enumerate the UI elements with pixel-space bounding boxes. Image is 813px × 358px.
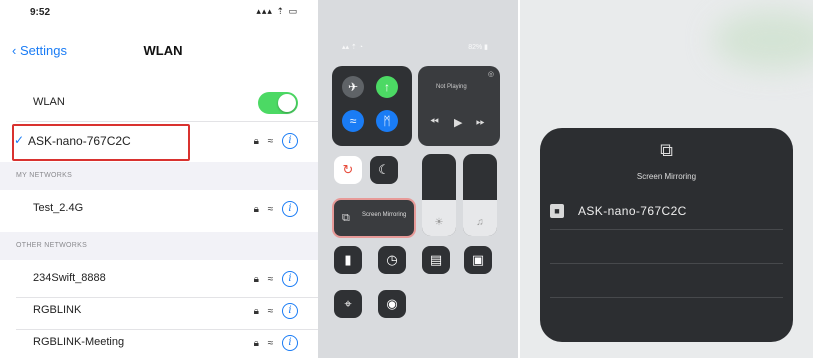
info-icon[interactable]: i: [282, 133, 298, 149]
wifi-icon: ≈: [267, 135, 274, 147]
mirroring-empty-row: [540, 230, 793, 264]
brightness-icon: ☀: [434, 217, 444, 228]
info-icon[interactable]: i: [282, 335, 298, 351]
other-networks-header-label: OTHER NETWORKS: [16, 242, 88, 249]
screen-mirroring-icon: ⧉: [342, 212, 350, 224]
cc-status-right: 82% ▮: [468, 44, 488, 51]
lock-icon: 🔒︎: [253, 273, 259, 285]
device-name: ASK-nano-767C2C: [578, 204, 687, 218]
camera-icon[interactable]: ▣: [464, 246, 492, 274]
connectivity-tile: ✈ ↑ ≈ ᛗ: [332, 66, 412, 146]
screen-mirroring-tile[interactable]: ⧉ Screen Mirroring: [332, 198, 416, 238]
other-networks-header: OTHER NETWORKS: [0, 232, 318, 260]
network-name: 234Swift_8888: [33, 272, 106, 284]
airplay-icon[interactable]: ◎: [488, 70, 494, 78]
apple-tv-icon: ■: [550, 204, 564, 218]
lock-icon: 🔒︎: [253, 203, 259, 215]
wlan-toggle-row: WLAN: [0, 84, 318, 122]
now-playing-label: Not Playing: [436, 84, 467, 90]
screen-mirroring-panel: ⧉ Screen Mirroring ■ ASK-nano-767C2C: [520, 0, 813, 358]
network-name: RGBLINK-Meeting: [33, 336, 125, 348]
my-networks-header: MY NETWORKS: [0, 162, 318, 190]
timer-icon[interactable]: ◷: [378, 246, 406, 274]
cc-status-left: ▴▴ ⇡ ◔: [342, 44, 364, 51]
wifi-icon: ≈: [267, 203, 274, 215]
wifi-toggle-icon[interactable]: ≈: [342, 110, 364, 132]
page-title: WLAN: [143, 43, 183, 58]
screen-mirroring-icon: ⧉: [660, 140, 673, 160]
screen-record-icon[interactable]: ◉: [378, 290, 406, 318]
next-track-icon[interactable]: ⏩︎: [476, 116, 485, 129]
previous-track-icon[interactable]: ⏪︎: [430, 116, 439, 129]
rotation-lock-icon[interactable]: ↻: [334, 156, 362, 184]
lock-icon: 🔒︎: [253, 337, 259, 349]
speaker-icon: ♫: [476, 217, 484, 228]
wifi-icon: ≈: [267, 337, 274, 349]
status-bar-time: 9:52: [30, 7, 51, 18]
lock-icon: 🔒︎: [253, 305, 259, 317]
now-playing-tile[interactable]: Not Playing ◎ ⏪︎ ▶︎ ⏩︎: [418, 66, 500, 146]
flashlight-icon[interactable]: ▮: [334, 246, 362, 274]
wlan-toggle[interactable]: [258, 92, 298, 114]
play-icon[interactable]: ▶︎: [454, 116, 462, 129]
connected-network-highlight: [12, 124, 190, 161]
popup-title: Screen Mirroring: [636, 172, 697, 181]
toggle-knob: [278, 94, 296, 112]
volume-slider[interactable]: ♫: [463, 154, 497, 236]
info-icon[interactable]: i: [282, 303, 298, 319]
wlan-label: WLAN: [33, 96, 65, 108]
brightness-slider[interactable]: ☀: [422, 154, 456, 236]
wlan-settings-panel: 9:52 ▴▴▴ ⇡ ▭ ‹ Settings WLAN WLAN ✓ ASK-…: [0, 0, 318, 358]
status-bar-icons: ▴▴▴ ⇡ ▭: [256, 6, 298, 16]
calculator-icon[interactable]: ▤: [422, 246, 450, 274]
network-name: RGBLINK: [33, 304, 82, 316]
do-not-disturb-icon[interactable]: ☾: [370, 156, 398, 184]
info-icon[interactable]: i: [282, 201, 298, 217]
network-name: Test_2.4G: [33, 202, 84, 214]
bluetooth-icon[interactable]: ᛗ: [376, 110, 398, 132]
wifi-icon: ≈: [267, 273, 274, 285]
control-center-panel: ▴▴ ⇡ ◔ 82% ▮ ✈ ↑ ≈ ᛗ Not Playing ◎ ⏪︎ ▶︎…: [318, 0, 518, 358]
screen-mirroring-label: Screen Mirroring: [362, 212, 407, 218]
mirroring-device-row[interactable]: ■ ASK-nano-767C2C: [540, 196, 793, 230]
wifi-icon: ≈: [267, 305, 274, 317]
lock-icon: 🔒︎: [253, 135, 259, 147]
network-row[interactable]: Test_2.4G 🔒︎ ≈ i: [0, 190, 318, 228]
my-networks-header-label: MY NETWORKS: [16, 172, 73, 179]
info-icon[interactable]: i: [282, 271, 298, 287]
network-row[interactable]: RGBLINK-Meeting 🔒︎ ≈ i: [0, 324, 318, 358]
cellular-data-icon[interactable]: ↑: [376, 76, 398, 98]
airplane-mode-icon[interactable]: ✈: [342, 76, 364, 98]
mirroring-empty-row: [540, 264, 793, 298]
screen-mirroring-popup: ⧉ Screen Mirroring ■ ASK-nano-767C2C: [540, 128, 793, 342]
qr-scanner-icon[interactable]: ⌖: [334, 290, 362, 318]
